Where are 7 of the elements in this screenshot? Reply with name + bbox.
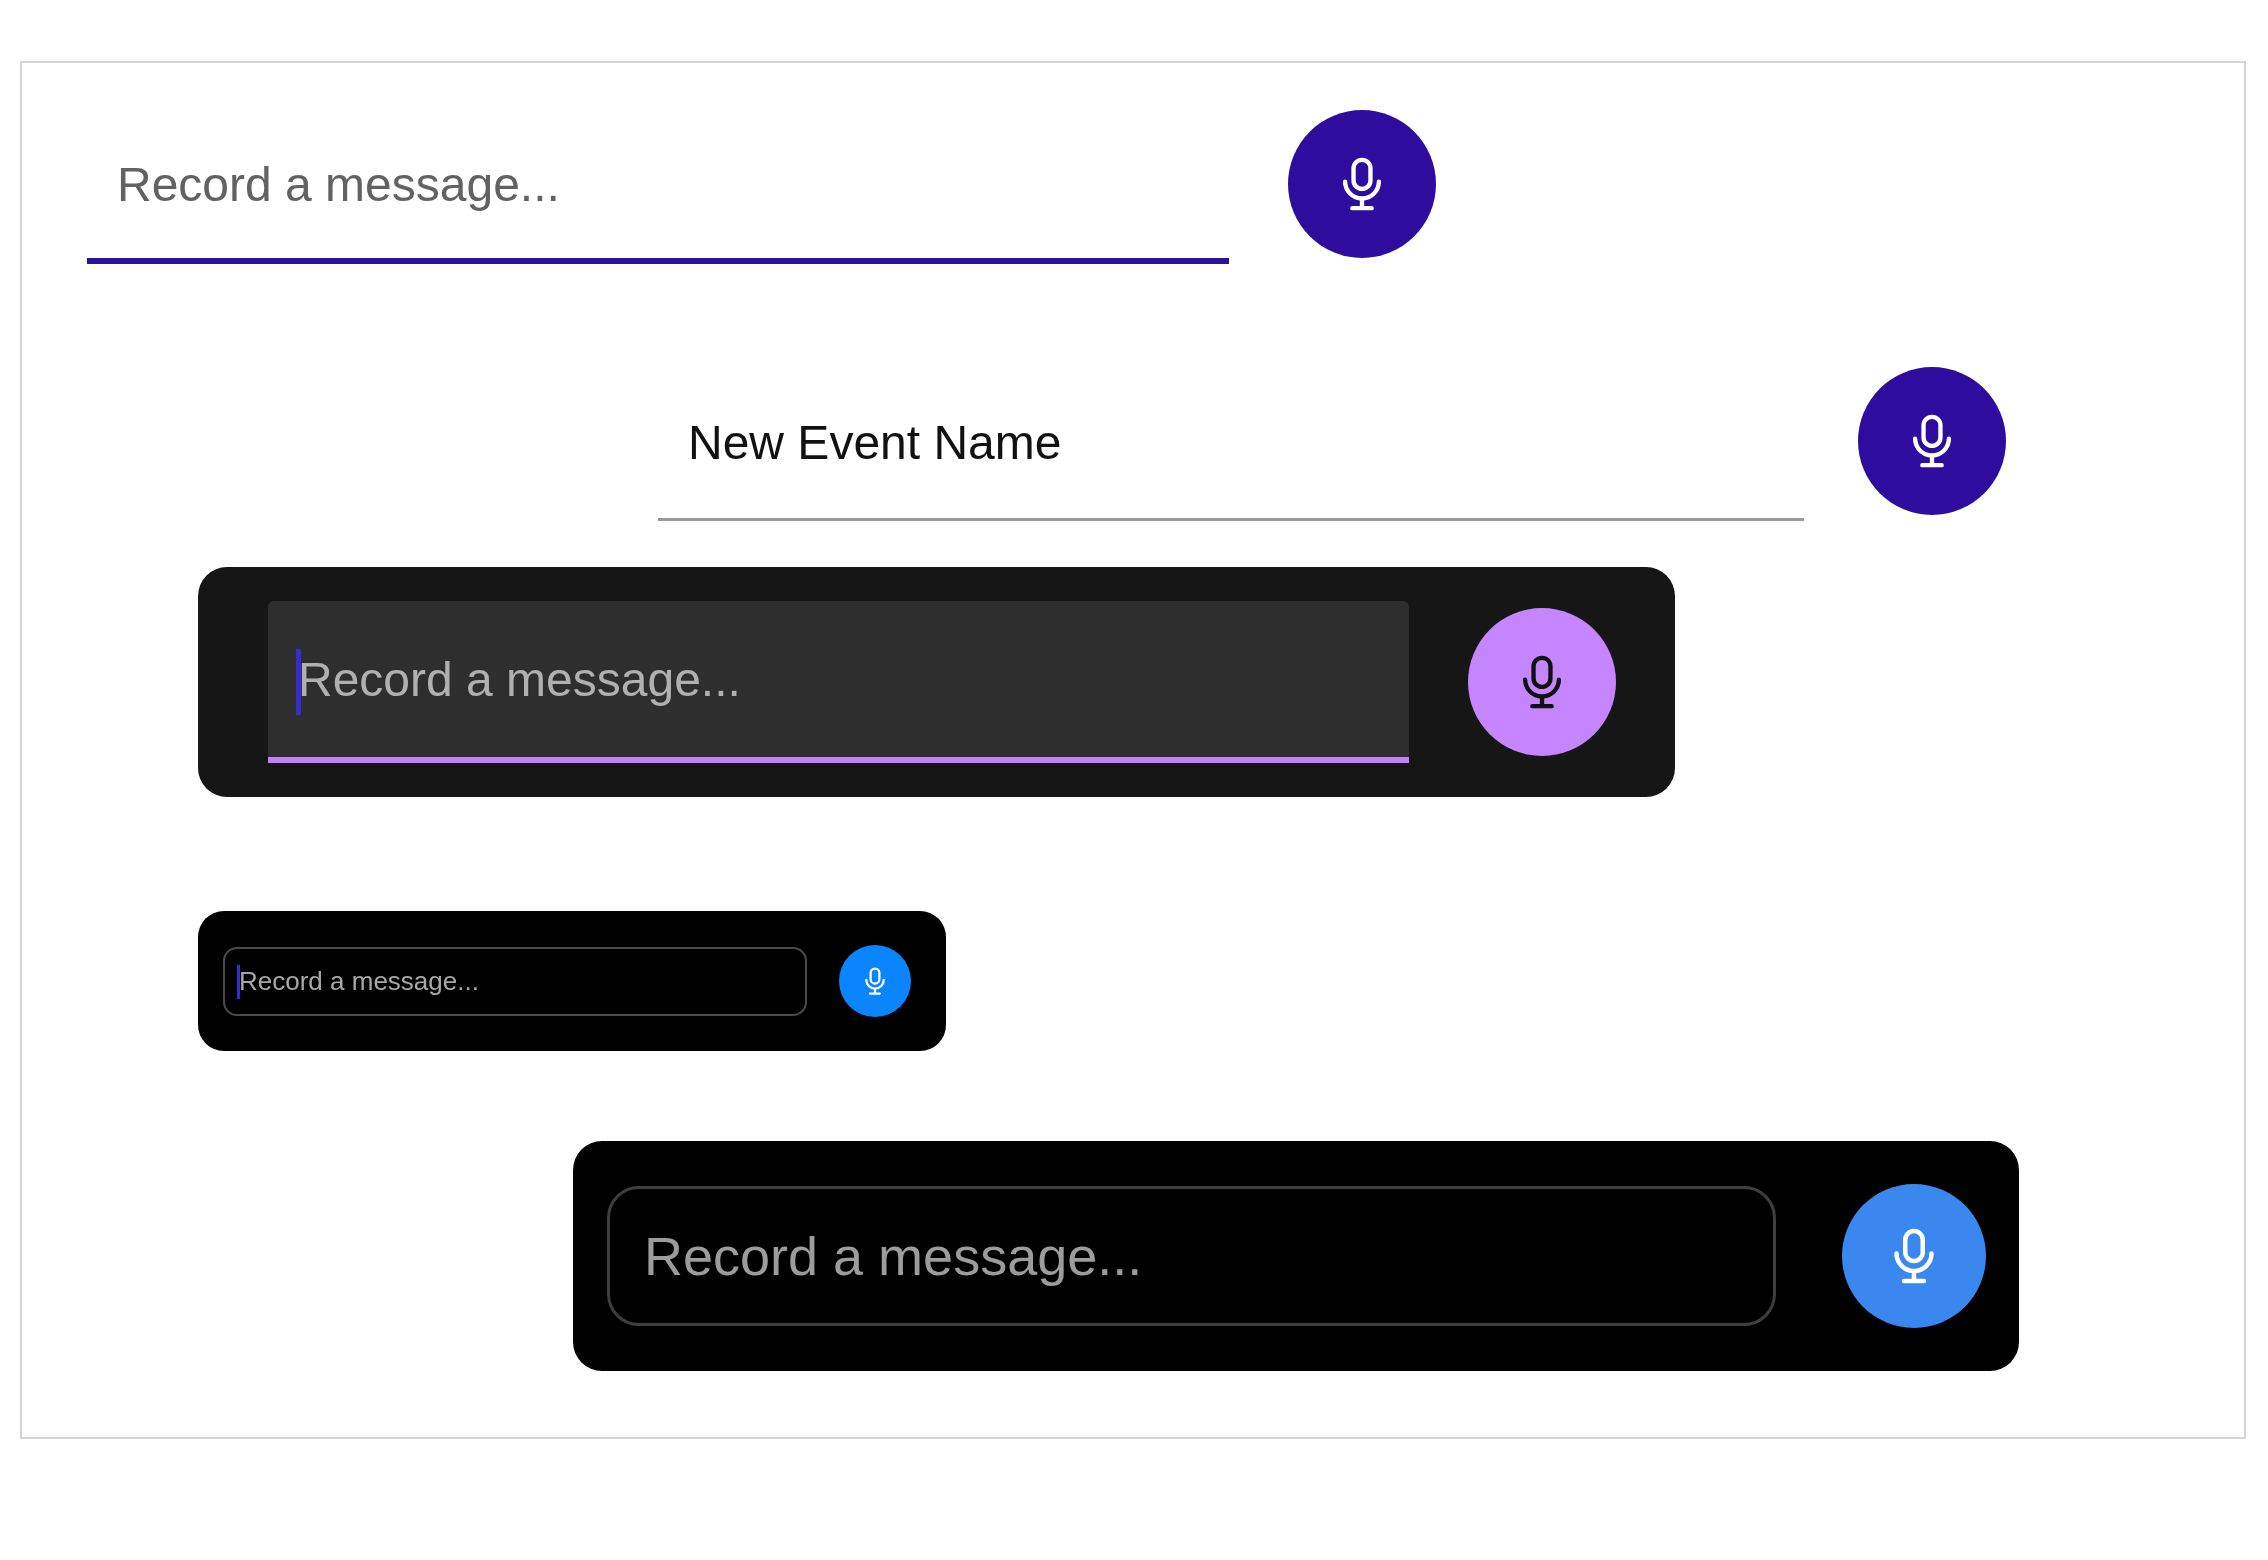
text-caret bbox=[296, 649, 301, 715]
input-field[interactable]: Record a message... bbox=[223, 946, 807, 1016]
input-field[interactable]: Record a message... bbox=[607, 1186, 1776, 1326]
input-field[interactable]: Record a message... bbox=[87, 110, 1229, 264]
input-field[interactable]: Record a message... bbox=[268, 601, 1409, 763]
text-caret bbox=[237, 964, 240, 999]
input-field[interactable]: New Event Name bbox=[658, 367, 1804, 521]
